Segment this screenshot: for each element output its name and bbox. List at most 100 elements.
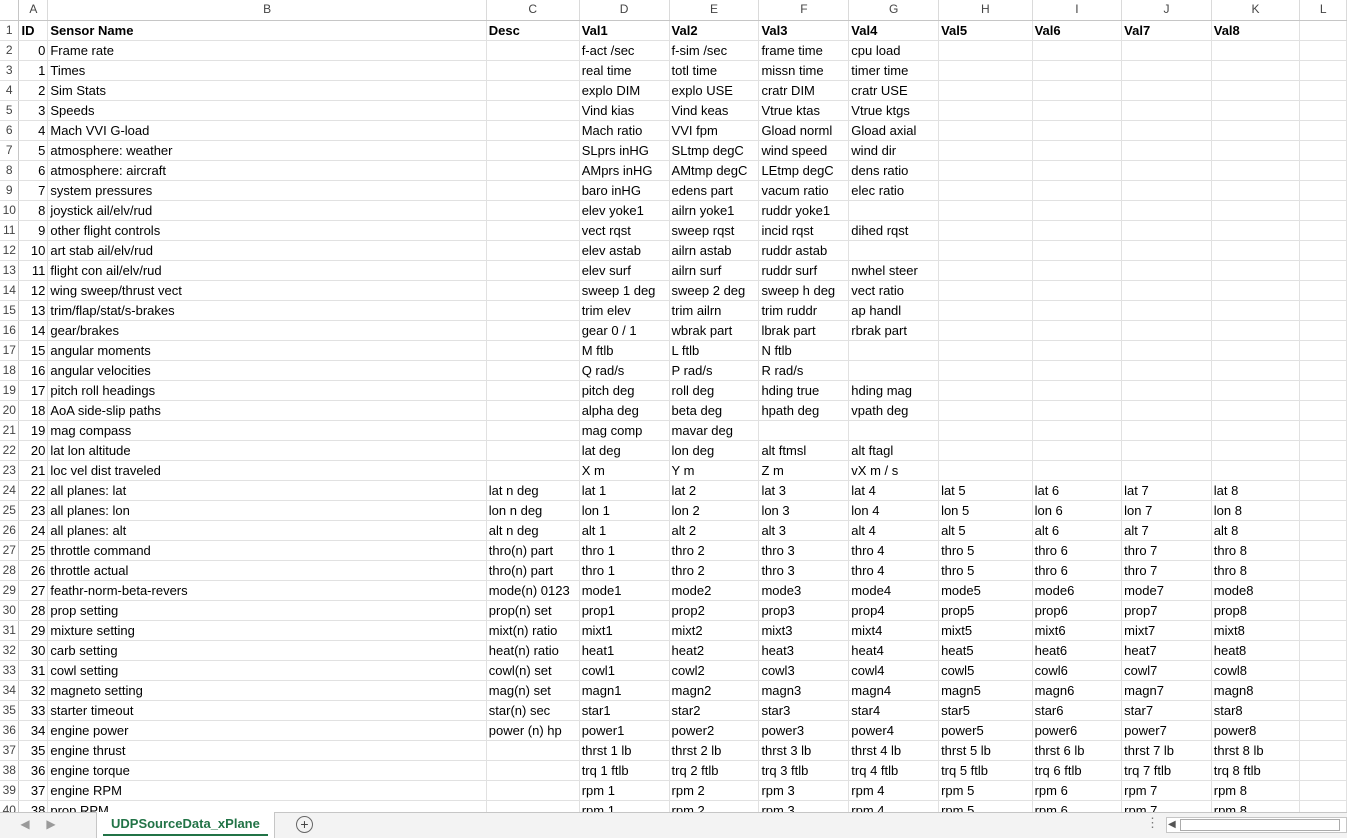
cell[interactable]: 12 — [18, 280, 49, 301]
cell[interactable] — [848, 420, 940, 441]
cell[interactable]: mode8 — [1211, 580, 1301, 601]
cell[interactable]: mixt7 — [1121, 620, 1212, 641]
cell[interactable] — [486, 740, 580, 761]
cell[interactable]: beta deg — [669, 400, 760, 421]
cell[interactable]: sweep 1 deg — [579, 280, 670, 301]
cell[interactable] — [1121, 460, 1212, 481]
cell[interactable]: star3 — [758, 700, 850, 721]
cell[interactable]: thro(n) part — [486, 560, 580, 581]
cell[interactable]: power6 — [1032, 720, 1123, 741]
cell[interactable] — [938, 240, 1033, 261]
cell[interactable]: magn7 — [1121, 680, 1212, 701]
cell[interactable]: lat 8 — [1211, 480, 1301, 501]
cell[interactable]: alt 7 — [1121, 520, 1212, 541]
cell[interactable]: alt 6 — [1032, 520, 1123, 541]
cell[interactable] — [1121, 220, 1212, 241]
cell[interactable] — [938, 380, 1033, 401]
cell[interactable]: magn1 — [579, 680, 670, 701]
cell[interactable] — [1299, 780, 1347, 801]
cell[interactable] — [938, 100, 1033, 121]
cell[interactable] — [1032, 200, 1123, 221]
cell[interactable] — [1299, 300, 1347, 321]
row-header[interactable]: 28 — [0, 560, 20, 581]
cell[interactable]: alt ftmsl — [758, 440, 850, 461]
cell[interactable] — [1211, 120, 1301, 141]
cell[interactable]: alt n deg — [486, 520, 580, 541]
cell[interactable] — [1032, 280, 1123, 301]
cell[interactable] — [938, 440, 1033, 461]
cell[interactable]: magn5 — [938, 680, 1033, 701]
header-cell[interactable]: Val2 — [669, 20, 760, 41]
column-header-b[interactable]: B — [47, 0, 487, 21]
cell[interactable] — [1211, 100, 1301, 121]
row-header[interactable]: 19 — [0, 380, 20, 401]
header-cell[interactable]: Desc — [486, 20, 580, 41]
cell[interactable]: heat7 — [1121, 640, 1212, 661]
cell[interactable]: mag(n) set — [486, 680, 580, 701]
cell[interactable]: 17 — [18, 380, 49, 401]
cell[interactable] — [486, 100, 580, 121]
cell[interactable]: 24 — [18, 520, 49, 541]
cell[interactable]: rpm 4 — [848, 800, 940, 812]
cell[interactable]: heat1 — [579, 640, 670, 661]
cell[interactable] — [1211, 360, 1301, 381]
cell[interactable]: mode1 — [579, 580, 670, 601]
cell[interactable]: 9 — [18, 220, 49, 241]
cell[interactable]: engine thrust — [47, 740, 487, 761]
cell[interactable] — [1032, 240, 1123, 261]
cell[interactable] — [1299, 500, 1347, 521]
header-cell[interactable]: Val7 — [1121, 20, 1212, 41]
cell[interactable]: thrst 4 lb — [848, 740, 940, 761]
cell[interactable]: AoA side-slip paths — [47, 400, 487, 421]
row-header[interactable]: 11 — [0, 220, 20, 241]
cell[interactable]: alt 4 — [848, 520, 940, 541]
cell[interactable]: rpm 2 — [669, 780, 760, 801]
cell[interactable] — [1299, 520, 1347, 541]
cell[interactable] — [1032, 80, 1123, 101]
cell[interactable]: flight con ail/elv/rud — [47, 260, 487, 281]
cell[interactable] — [486, 260, 580, 281]
cell[interactable]: rpm 6 — [1032, 780, 1123, 801]
column-header-a[interactable]: A — [18, 0, 49, 21]
cell[interactable]: elec ratio — [848, 180, 940, 201]
cell[interactable]: mag comp — [579, 420, 670, 441]
cell[interactable]: 16 — [18, 360, 49, 381]
cell[interactable] — [1121, 320, 1212, 341]
cell[interactable]: rpm 5 — [938, 780, 1033, 801]
cell[interactable] — [1121, 140, 1212, 161]
cell[interactable]: power8 — [1211, 720, 1301, 741]
cell[interactable]: star4 — [848, 700, 940, 721]
column-header-h[interactable]: H — [938, 0, 1033, 21]
cell[interactable] — [1211, 220, 1301, 241]
cell[interactable] — [938, 180, 1033, 201]
row-header[interactable]: 37 — [0, 740, 20, 761]
cell[interactable] — [1299, 80, 1347, 101]
cell[interactable] — [938, 200, 1033, 221]
cell[interactable] — [1121, 360, 1212, 381]
cell[interactable]: ruddr astab — [758, 240, 850, 261]
cell[interactable] — [1032, 420, 1123, 441]
cell[interactable]: Vtrue ktas — [758, 100, 850, 121]
cell[interactable]: wind dir — [848, 140, 940, 161]
cell[interactable]: trq 2 ftlb — [669, 760, 760, 781]
cell[interactable] — [486, 440, 580, 461]
cell[interactable]: mixt2 — [669, 620, 760, 641]
cell[interactable] — [1299, 480, 1347, 501]
cell[interactable] — [1299, 100, 1347, 121]
cell[interactable]: Times — [47, 60, 487, 81]
cell[interactable]: power (n) hp — [486, 720, 580, 741]
cell[interactable]: 13 — [18, 300, 49, 321]
cell[interactable]: system pressures — [47, 180, 487, 201]
cell[interactable] — [486, 280, 580, 301]
cell[interactable]: Speeds — [47, 100, 487, 121]
cell[interactable] — [1032, 300, 1123, 321]
cell[interactable]: magneto setting — [47, 680, 487, 701]
row-header[interactable]: 29 — [0, 580, 20, 601]
cell[interactable]: lat 2 — [669, 480, 760, 501]
cell[interactable]: mixt(n) ratio — [486, 620, 580, 641]
cell[interactable]: heat2 — [669, 640, 760, 661]
chevron-right-icon[interactable]: ▶ — [44, 817, 58, 831]
cell[interactable]: sweep 2 deg — [669, 280, 760, 301]
cell[interactable]: ruddr yoke1 — [758, 200, 850, 221]
cell[interactable] — [938, 120, 1033, 141]
